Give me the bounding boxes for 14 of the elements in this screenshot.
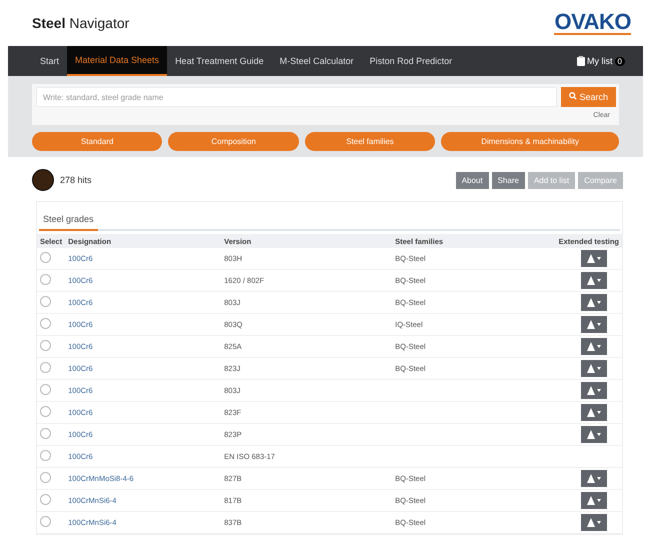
- my-list-link[interactable]: My list: [587, 56, 613, 66]
- action-button[interactable]: About: [456, 172, 489, 188]
- nav-tab[interactable]: Material Data Sheets: [67, 46, 168, 76]
- logo: OVAKO: [554, 11, 631, 35]
- tab[interactable]: Steel grades: [39, 210, 98, 231]
- nav-tab[interactable]: M-Steel Calculator: [272, 46, 362, 76]
- count-badge: 0: [614, 56, 625, 66]
- hits-count: 278 hits: [60, 175, 92, 185]
- nav-tab[interactable]: Piston Rod Predictor: [362, 46, 460, 76]
- search-field[interactable]: Write: standard, steel grade name: [36, 87, 557, 107]
- app-title: Steel Navigator: [32, 15, 130, 31]
- nav-tab[interactable]: Start: [32, 46, 68, 76]
- action-button[interactable]: Share: [492, 172, 525, 188]
- nav-tab[interactable]: Heat Treatment Guide: [167, 46, 272, 76]
